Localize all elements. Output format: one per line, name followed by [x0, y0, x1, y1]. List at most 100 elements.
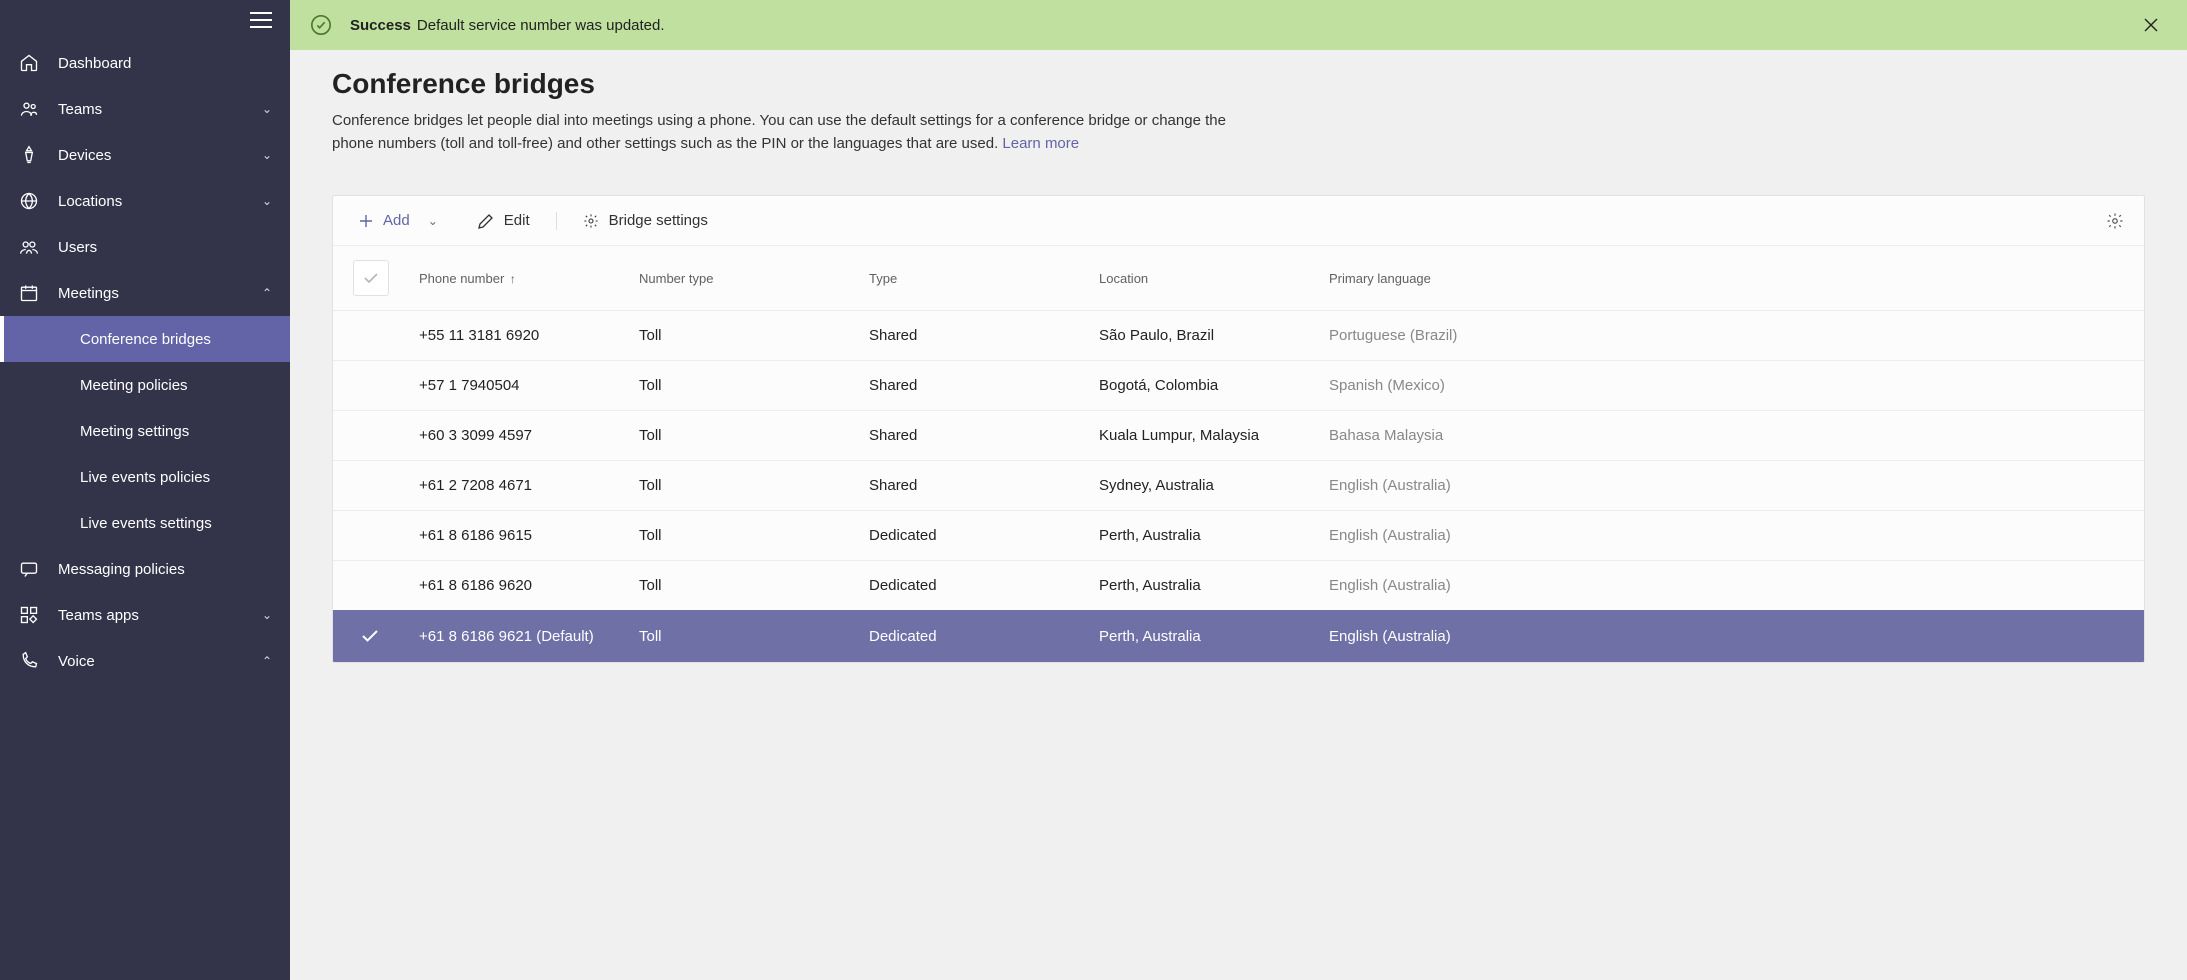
cell-ntype: Toll	[629, 411, 859, 461]
sidebar-sub-live-events-settings[interactable]: Live events settings	[0, 500, 290, 546]
table-row[interactable]: +61 2 7208 4671TollSharedSydney, Austral…	[333, 461, 2144, 511]
plus-icon	[359, 214, 373, 228]
check-circle-icon	[310, 14, 332, 36]
main: Success Default service number was updat…	[290, 0, 2187, 980]
cell-phone: +61 2 7208 4671	[399, 461, 629, 511]
col-number-type-header[interactable]: Number type	[629, 246, 859, 311]
add-button[interactable]: Add	[353, 208, 416, 233]
devices-icon	[18, 144, 40, 166]
row-checkbox-cell[interactable]	[333, 311, 399, 361]
sidebar-item-label: Conference bridges	[80, 331, 211, 348]
table-row[interactable]: +61 8 6186 9621 (Default)TollDedicatedPe…	[333, 611, 2144, 663]
cell-language: English (Australia)	[1319, 611, 2144, 663]
teams-icon	[18, 98, 40, 120]
sidebar-item-dashboard[interactable]: Dashboard	[0, 40, 290, 86]
add-label: Add	[383, 212, 410, 229]
cell-type: Shared	[859, 461, 1089, 511]
cell-phone: +61 8 6186 9615	[399, 511, 629, 561]
sidebar-sub-live-events-policies[interactable]: Live events policies	[0, 454, 290, 500]
columns-gear-icon[interactable]	[2106, 212, 2124, 230]
cell-type: Shared	[859, 361, 1089, 411]
sidebar-item-label: Dashboard	[58, 55, 272, 72]
sidebar-item-teams[interactable]: Teams ⌄	[0, 86, 290, 132]
globe-icon	[18, 190, 40, 212]
cell-phone: +60 3 3099 4597	[399, 411, 629, 461]
edit-label: Edit	[504, 212, 530, 229]
learn-more-link[interactable]: Learn more	[1002, 135, 1079, 152]
gear-icon	[583, 213, 599, 229]
table-row[interactable]: +57 1 7940504TollSharedBogotá, ColombiaS…	[333, 361, 2144, 411]
chevron-down-icon: ⌄	[262, 194, 272, 208]
cell-location: Sydney, Australia	[1089, 461, 1319, 511]
sidebar-item-label: Meetings	[58, 285, 262, 302]
row-checkbox-cell[interactable]	[333, 561, 399, 611]
page-title: Conference bridges	[332, 68, 2145, 100]
cell-type: Dedicated	[859, 561, 1089, 611]
sidebar-item-label: Users	[58, 239, 272, 256]
table-row[interactable]: +60 3 3099 4597TollSharedKuala Lumpur, M…	[333, 411, 2144, 461]
select-all-checkbox[interactable]	[353, 260, 389, 296]
sidebar-sub-meeting-settings[interactable]: Meeting settings	[0, 408, 290, 454]
sidebar-item-users[interactable]: Users	[0, 224, 290, 270]
add-dropdown[interactable]: ⌄	[424, 210, 442, 232]
cell-language: English (Australia)	[1319, 461, 2144, 511]
table-row[interactable]: +55 11 3181 6920TollSharedSão Paulo, Bra…	[333, 311, 2144, 361]
cell-location: Perth, Australia	[1089, 611, 1319, 663]
cell-ntype: Toll	[629, 561, 859, 611]
page-description: Conference bridges let people dial into …	[332, 110, 1232, 155]
bridge-settings-label: Bridge settings	[609, 212, 708, 229]
cell-location: Bogotá, Colombia	[1089, 361, 1319, 411]
sidebar-item-teams-apps[interactable]: Teams apps ⌄	[0, 592, 290, 638]
banner-strong: Success	[350, 17, 411, 34]
sidebar-item-meetings[interactable]: Meetings ⌃	[0, 270, 290, 316]
sidebar-item-label: Teams apps	[58, 607, 262, 624]
phone-icon	[18, 650, 40, 672]
row-checkbox-cell[interactable]	[333, 411, 399, 461]
chevron-down-icon: ⌄	[262, 102, 272, 116]
row-checkbox-cell[interactable]	[333, 511, 399, 561]
col-type-header[interactable]: Type	[859, 246, 1089, 311]
sidebar-item-label: Messaging policies	[58, 561, 272, 578]
success-banner: Success Default service number was updat…	[290, 0, 2187, 50]
cell-type: Shared	[859, 411, 1089, 461]
cell-phone: +61 8 6186 9621 (Default)	[399, 611, 629, 663]
cell-language: English (Australia)	[1319, 561, 2144, 611]
hamburger-icon[interactable]	[250, 12, 272, 28]
sort-asc-icon: ↑	[510, 272, 516, 286]
page-description-text: Conference bridges let people dial into …	[332, 112, 1226, 152]
sidebar-item-voice[interactable]: Voice ⌃	[0, 638, 290, 684]
sidebar-item-devices[interactable]: Devices ⌄	[0, 132, 290, 178]
bridge-settings-button[interactable]: Bridge settings	[577, 208, 714, 233]
row-checkbox-cell[interactable]	[333, 611, 399, 663]
cell-language: Bahasa Malaysia	[1319, 411, 2144, 461]
cell-phone: +61 8 6186 9620	[399, 561, 629, 611]
edit-button[interactable]: Edit	[472, 208, 536, 233]
pencil-icon	[478, 213, 494, 229]
sidebar-item-label: Meeting settings	[80, 423, 189, 440]
cell-ntype: Toll	[629, 611, 859, 663]
bridges-table: Phone number ↑ Number type Type Location…	[333, 246, 2144, 662]
sidebar-item-locations[interactable]: Locations ⌄	[0, 178, 290, 224]
table-card: Add ⌄ Edit Bridge settings	[332, 195, 2145, 663]
cell-location: Kuala Lumpur, Malaysia	[1089, 411, 1319, 461]
close-icon[interactable]	[2143, 17, 2159, 33]
cell-ntype: Toll	[629, 311, 859, 361]
sidebar-sub-meeting-policies[interactable]: Meeting policies	[0, 362, 290, 408]
col-location-header[interactable]: Location	[1089, 246, 1319, 311]
row-checkbox-cell[interactable]	[333, 361, 399, 411]
cell-type: Dedicated	[859, 611, 1089, 663]
chevron-down-icon: ⌄	[262, 148, 272, 162]
cell-ntype: Toll	[629, 361, 859, 411]
meetings-icon	[18, 282, 40, 304]
sidebar-item-messaging-policies[interactable]: Messaging policies	[0, 546, 290, 592]
cell-location: Perth, Australia	[1089, 561, 1319, 611]
chevron-down-icon: ⌄	[262, 608, 272, 622]
table-row[interactable]: +61 8 6186 9620TollDedicatedPerth, Austr…	[333, 561, 2144, 611]
col-phone-header[interactable]: Phone number ↑	[399, 246, 629, 311]
table-row[interactable]: +61 8 6186 9615TollDedicatedPerth, Austr…	[333, 511, 2144, 561]
sidebar-sub-conference-bridges[interactable]: Conference bridges	[0, 316, 290, 362]
col-language-header[interactable]: Primary language	[1319, 246, 2144, 311]
banner-text: Default service number was updated.	[417, 17, 665, 34]
users-icon	[18, 236, 40, 258]
row-checkbox-cell[interactable]	[333, 461, 399, 511]
